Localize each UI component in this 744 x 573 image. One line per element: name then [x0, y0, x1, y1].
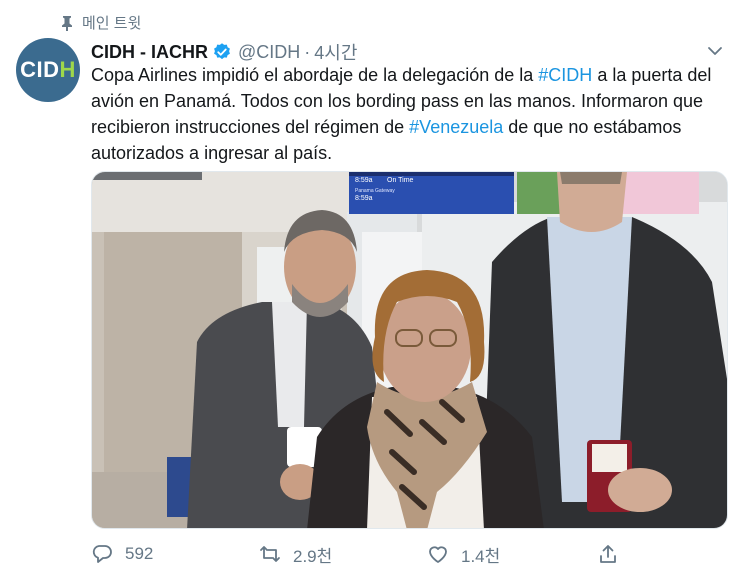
avatar[interactable]: CIDH	[16, 38, 80, 102]
pinned-label: 메인 트윗	[82, 15, 142, 32]
separator-dot: ·	[304, 41, 311, 62]
screen-text-4: 8:59a	[355, 195, 373, 202]
heart-icon	[429, 546, 447, 563]
tweet-photo[interactable]: 8:59a On Time Panama Gateway 8:59a	[91, 171, 728, 529]
verified-badge-icon	[214, 43, 230, 60]
share-button[interactable]	[597, 543, 619, 565]
pin-icon	[62, 15, 72, 31]
retweet-button[interactable]: 2.9천	[259, 542, 332, 567]
retweet-icon	[260, 546, 280, 562]
author-handle[interactable]: @CIDH	[238, 42, 300, 63]
author-name[interactable]: CIDH - IACHR	[91, 42, 208, 63]
hashtag-venezuela-link[interactable]: #Venezuela	[409, 117, 503, 137]
tweet-text-part-1: Copa Airlines impidió el abordaje de la …	[91, 65, 539, 85]
screen-text-1: 8:59a	[355, 177, 373, 184]
reply-count: 592	[125, 544, 154, 563]
avatar-text: CID	[20, 57, 60, 82]
hashtag-cidh-link[interactable]: #CIDH	[538, 65, 592, 85]
tweet-actions: 592 2.9천 1.4천	[91, 540, 631, 568]
avatar-text-accent: H	[59, 57, 76, 82]
reply-icon	[92, 545, 112, 563]
photo-scene: 8:59a On Time Panama Gateway 8:59a	[92, 172, 727, 528]
pinned-tweet-indicator: 메인 트윗	[60, 12, 141, 33]
screen-text-2: On Time	[387, 177, 414, 184]
like-count: 1.4천	[461, 546, 501, 566]
retweet-count: 2.9천	[293, 546, 333, 566]
reply-button[interactable]: 592	[91, 543, 153, 565]
tweet-header: CIDH - IACHR @CIDH · 4시간	[91, 40, 728, 64]
tweet-text: Copa Airlines impidió el abordaje de la …	[91, 62, 731, 166]
screen-text-3: Panama Gateway	[355, 188, 395, 194]
share-icon	[600, 545, 616, 563]
chevron-down-icon[interactable]	[706, 42, 724, 60]
like-button[interactable]: 1.4천	[427, 542, 500, 567]
